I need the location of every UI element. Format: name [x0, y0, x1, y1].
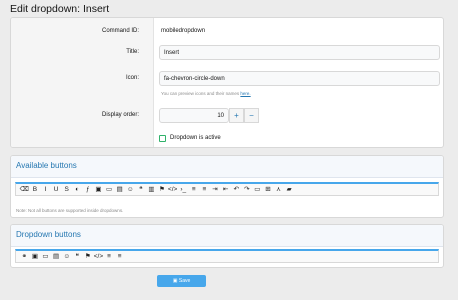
unordered-list-icon[interactable]: ≡ — [104, 251, 115, 262]
edit-form: Command ID: mobiledropdown Title: Insert… — [10, 17, 444, 148]
link-icon[interactable]: ⚭ — [19, 251, 30, 262]
label-column — [11, 18, 154, 147]
save-button[interactable]: ▣ Save — [157, 275, 206, 287]
color-drop-icon[interactable]: ◐ — [72, 184, 83, 195]
bold-icon[interactable]: B — [30, 184, 41, 195]
video-icon[interactable]: ▭ — [40, 251, 51, 262]
smiley-icon[interactable]: ☺ — [125, 184, 136, 195]
decrement-button[interactable]: − — [244, 108, 259, 123]
icon-label: Icon: — [125, 75, 139, 81]
ordered-list-icon[interactable]: ≡ — [114, 251, 125, 262]
undo-icon[interactable]: ↶ — [231, 184, 242, 195]
icon-preview-link[interactable]: here. — [240, 91, 250, 96]
command-id-label: Command ID: — [101, 28, 139, 34]
dropdown-buttons-section: Dropdown buttons ⚭ ▣ ▭ ▤ ☺ ❝ ⚑ </> ≡ ≡ — [10, 224, 444, 268]
preview-icon[interactable]: ▭ — [252, 184, 263, 195]
increment-button[interactable]: + — [229, 108, 244, 123]
flag-icon[interactable]: ⚑ — [157, 184, 168, 195]
font-icon[interactable]: ƒ — [83, 184, 94, 195]
ordered-list-icon[interactable]: ≡ — [199, 184, 210, 195]
title-label: Title: — [126, 49, 139, 55]
icon-hint: You can preview icons and their names he… — [161, 91, 251, 96]
active-checkbox-label: Dropdown is active — [170, 135, 221, 141]
quote-icon[interactable]: ❝ — [136, 184, 147, 195]
available-buttons-section: Available buttons ⌫ B I U S ◐ ƒ ▣ ▭ ▤ ☺ ❝ ▥ ⚑ </> ›_ ≡ ≡ ⇥… — [10, 155, 444, 218]
icon-input[interactable]: fa-chevron-circle-down — [159, 71, 440, 86]
media-icon[interactable]: ▤ — [114, 184, 125, 195]
page-title: Edit dropdown: Insert — [10, 3, 110, 15]
flag-icon[interactable]: ⚑ — [83, 251, 94, 262]
unordered-list-icon[interactable]: ≡ — [189, 184, 200, 195]
inline-code-icon[interactable]: ›_ — [178, 184, 189, 195]
italic-icon[interactable]: I — [40, 184, 51, 195]
table-icon[interactable]: ⊞ — [263, 184, 274, 195]
spoiler-icon[interactable]: ▥ — [146, 184, 157, 195]
dropdown-buttons-toolbar: ⚭ ▣ ▭ ▤ ☺ ❝ ⚑ </> ≡ ≡ — [15, 249, 439, 263]
code-icon[interactable]: </> — [93, 251, 104, 262]
dropdown-buttons-title: Dropdown buttons — [11, 225, 443, 247]
code-icon[interactable]: </> — [167, 184, 178, 195]
gallery-icon[interactable]: ▰ — [284, 184, 295, 195]
image-icon[interactable]: ▣ — [30, 251, 41, 262]
available-buttons-note: Note: Not all buttons are supported insi… — [16, 208, 124, 213]
redo-icon[interactable]: ↷ — [241, 184, 252, 195]
display-order-label: Display order: — [101, 112, 139, 118]
available-buttons-title: Available buttons — [11, 156, 443, 178]
media-icon[interactable]: ▤ — [51, 251, 62, 262]
title-input[interactable]: Insert — [159, 45, 440, 60]
command-id-value: mobiledropdown — [161, 28, 206, 34]
available-buttons-toolbar: ⌫ B I U S ◐ ƒ ▣ ▭ ▤ ☺ ❝ ▥ ⚑ </> ›_ ≡ ≡ ⇥ ⇤ ↶ ↷ ▭ ⊞ ⋏ ▰ — [15, 182, 439, 196]
quote-icon[interactable]: ❝ — [72, 251, 83, 262]
align-icon[interactable]: ⋏ — [273, 184, 284, 195]
smiley-icon[interactable]: ☺ — [61, 251, 72, 262]
display-order-input[interactable]: 10 — [159, 108, 229, 123]
video-icon[interactable]: ▭ — [104, 184, 115, 195]
outdent-icon[interactable]: ⇤ — [220, 184, 231, 195]
indent-icon[interactable]: ⇥ — [210, 184, 221, 195]
active-checkbox[interactable] — [159, 135, 166, 142]
strikethrough-icon[interactable]: S — [61, 184, 72, 195]
underline-icon[interactable]: U — [51, 184, 62, 195]
eraser-icon[interactable]: ⌫ — [19, 184, 30, 195]
image-icon[interactable]: ▣ — [93, 184, 104, 195]
